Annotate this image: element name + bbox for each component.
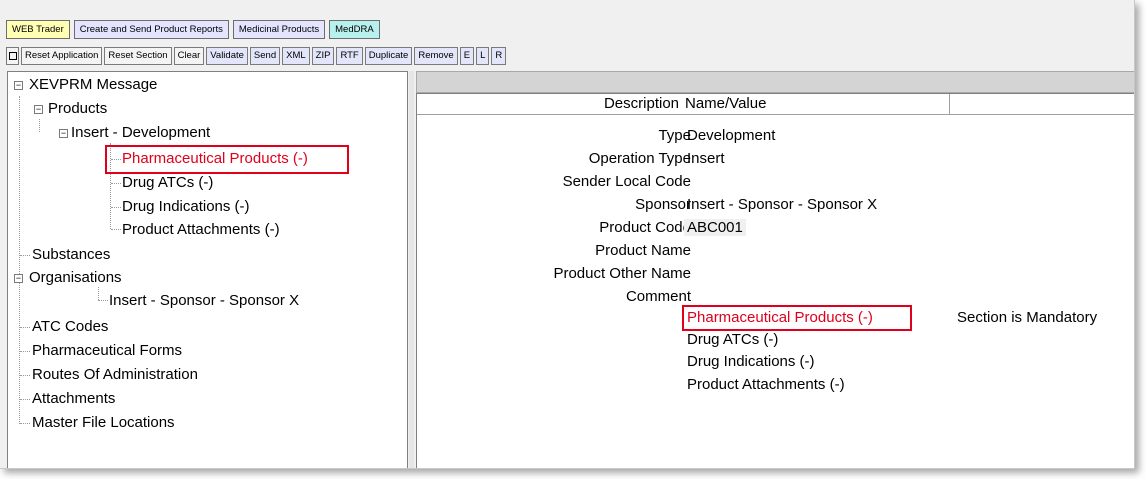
tree-node-master-file-locations[interactable]: Master File Locations (32, 412, 175, 434)
duplicate-button[interactable]: Duplicate (364, 47, 413, 65)
tree-node-product-attachments[interactable]: Product Attachments (-) (122, 219, 280, 241)
tree-line (98, 300, 108, 301)
xml-button[interactable]: XML (282, 47, 310, 65)
column-header-extra (950, 94, 1134, 115)
tree-line (111, 183, 121, 184)
main-tabs: WEB Trader Create and Send Product Repor… (6, 20, 384, 39)
product-code-value[interactable]: ABC001 (684, 219, 746, 236)
reset-application-button[interactable]: Reset Application (21, 47, 103, 65)
details-grid[interactable]: Description Name/Value Type Development … (416, 93, 1134, 468)
column-header-name-value[interactable]: Name/Value (681, 94, 950, 115)
validate-button[interactable]: Validate (206, 47, 248, 65)
row-desc: Sponsor (635, 196, 691, 213)
collapse-icon[interactable]: − (59, 129, 68, 138)
collapse-icon[interactable]: − (34, 105, 43, 114)
mandatory-note: Section is Mandatory (957, 309, 1098, 326)
tree-line (111, 207, 121, 208)
pane-splitter[interactable] (409, 71, 414, 468)
tree-line (39, 119, 40, 132)
tree-node-insert-development[interactable]: Insert - Development (71, 122, 210, 144)
row-desc: Product Name (595, 242, 691, 259)
tree-node-atc-codes[interactable]: ATC Codes (32, 316, 108, 338)
section-link-drug-atcs[interactable]: Drug ATCs (-) (687, 328, 778, 351)
tree-node-substances[interactable]: Substances (32, 244, 110, 266)
tree-node-routes-of-administration[interactable]: Routes Of Administration (32, 364, 198, 386)
zip-button[interactable]: ZIP (311, 47, 335, 65)
tree-node-drug-atcs[interactable]: Drug ATCs (-) (122, 172, 213, 194)
toolbar: Reset Application Reset Section Clear Va… (6, 47, 508, 65)
right-pane-header-bar (416, 71, 1134, 93)
tree-line (20, 423, 30, 424)
tree-node-attachments[interactable]: Attachments (32, 388, 115, 410)
row-value[interactable]: Insert (687, 147, 725, 170)
row-value[interactable]: Development (687, 124, 775, 147)
collapse-icon[interactable]: − (14, 274, 23, 283)
row-desc: Product Code (599, 219, 691, 236)
row-desc: Sender Local Code (562, 173, 691, 190)
app-window: WEB Trader Create and Send Product Repor… (0, 0, 1135, 469)
tree-line (20, 351, 30, 352)
section-link-drug-indications[interactable]: Drug Indications (-) (687, 350, 815, 373)
tab-create-send-reports[interactable]: Create and Send Product Reports (73, 20, 229, 39)
tree-line (20, 399, 30, 400)
e-button[interactable]: E (459, 47, 475, 65)
tree-line (20, 327, 30, 328)
tree-line (20, 255, 30, 256)
tree-line (111, 229, 121, 230)
clear-button[interactable]: Clear (173, 47, 205, 65)
tree-node-products[interactable]: Products (48, 98, 107, 120)
row-value[interactable]: ABC001 (684, 216, 746, 239)
tree-node-pharmaceutical-forms[interactable]: Pharmaceutical Forms (32, 340, 182, 362)
collapse-icon[interactable]: − (14, 81, 23, 90)
send-button[interactable]: Send (249, 47, 281, 65)
r-button[interactable]: R (491, 47, 507, 65)
row-desc: Product Other Name (553, 265, 691, 282)
l-button[interactable]: L (476, 47, 490, 65)
reset-section-button[interactable]: Reset Section (104, 47, 172, 65)
column-header-description[interactable]: Description (417, 94, 682, 115)
tree-node-drug-indications[interactable]: Drug Indications (-) (122, 196, 250, 218)
tree-node-root[interactable]: XEVPRM Message (29, 74, 157, 96)
row-desc: Operation Type (588, 150, 691, 167)
rtf-button[interactable]: RTF (336, 47, 363, 65)
highlight-box (105, 145, 349, 174)
checkbox-icon[interactable] (6, 47, 19, 65)
row-value[interactable]: Insert - Sponsor - Sponsor X (687, 193, 877, 216)
section-link-product-attachments[interactable]: Product Attachments (-) (687, 373, 845, 396)
message-tree[interactable]: − XEVPRM Message − Products − Insert - D… (7, 71, 408, 468)
tree-node-organisations[interactable]: Organisations (29, 267, 122, 289)
tab-web-trader[interactable]: WEB Trader (6, 20, 70, 39)
tree-node-sponsor[interactable]: Insert - Sponsor - Sponsor X (109, 290, 299, 312)
remove-button[interactable]: Remove (414, 47, 458, 65)
tab-medicinal-products[interactable]: Medicinal Products (232, 20, 326, 39)
tree-line (20, 375, 30, 376)
tab-meddra[interactable]: MedDRA (329, 20, 380, 39)
